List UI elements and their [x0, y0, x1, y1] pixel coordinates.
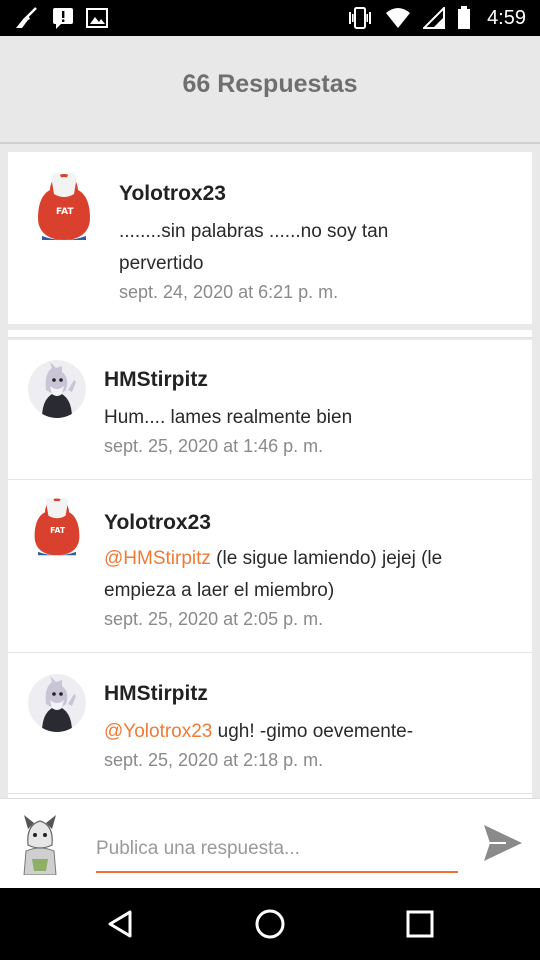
home-icon	[252, 909, 288, 946]
post-author[interactable]: Yolotrox23	[119, 182, 226, 206]
broom-icon	[14, 6, 40, 30]
wifi-icon	[385, 7, 411, 29]
svg-text:FAT: FAT	[56, 207, 74, 217]
divider	[8, 330, 532, 338]
back-icon	[104, 910, 140, 946]
reply-timestamp: sept. 25, 2020 at 2:05 p. m.	[104, 609, 324, 629]
navigation-bar	[0, 888, 540, 960]
reply-list: HMStirpitz Hum.... lames realmente bien …	[8, 340, 532, 798]
reply-text: @HMStirpitz (le sigue lamiendo) jejej (l…	[104, 543, 484, 607]
reply-body: ugh! -gimo oevemente-	[212, 721, 414, 742]
reply-author[interactable]: HMStirpitz	[104, 682, 208, 706]
battery-icon	[457, 6, 471, 30]
original-post: FAT Yolotrox23 ........sin palabras ....…	[8, 152, 532, 324]
recents-icon	[402, 910, 438, 946]
image-icon	[86, 8, 108, 28]
mention-link[interactable]: @HMStirpitz	[104, 548, 211, 569]
author-avatar[interactable]: FAT	[34, 170, 94, 242]
header-bar: 66 Respuestas	[0, 36, 540, 144]
reply-author[interactable]: HMStirpitz	[104, 368, 208, 392]
send-button[interactable]	[480, 821, 524, 865]
signal-icon	[423, 7, 446, 29]
reply-timestamp: sept. 25, 2020 at 1:46 p. m.	[104, 436, 324, 456]
reply-timestamp: sept. 25, 2020 at 2:18 p. m.	[104, 750, 324, 770]
home-button[interactable]	[252, 906, 288, 942]
svg-text:FAT: FAT	[50, 526, 66, 535]
back-button[interactable]	[104, 906, 140, 942]
post-text: ........sin palabras ......no soy tan pe…	[119, 221, 389, 274]
author-avatar[interactable]: FAT	[28, 495, 86, 557]
my-avatar[interactable]	[14, 811, 66, 876]
recents-button[interactable]	[402, 906, 438, 942]
reply-body: Hum.... lames realmente bien	[104, 407, 353, 428]
post-timestamp: sept. 24, 2020 at 6:21 p. m.	[119, 282, 339, 302]
thread-content[interactable]: FAT Yolotrox23 ........sin palabras ....…	[8, 152, 532, 798]
status-bar: 4:59	[0, 0, 540, 36]
list-item: HMStirpitz @Yolotrox23 ugh! -gimo oeveme…	[8, 654, 532, 794]
reply-author[interactable]: Yolotrox23	[104, 511, 211, 535]
author-avatar[interactable]	[28, 360, 86, 418]
reply-text: Hum.... lames realmente bien	[104, 402, 494, 434]
mention-link[interactable]: @Yolotrox23	[104, 721, 212, 742]
list-item: HMStirpitz Hum.... lames realmente bien …	[8, 340, 532, 480]
page-title: 66 Respuestas	[182, 70, 358, 98]
status-time: 4:59	[487, 6, 526, 29]
notification-icon	[52, 7, 74, 29]
author-avatar[interactable]	[28, 674, 86, 732]
reply-input[interactable]	[96, 827, 458, 873]
vibrate-icon	[347, 6, 373, 30]
reply-composer	[0, 798, 540, 888]
send-icon	[480, 825, 524, 869]
list-item: FAT Yolotrox23 @HMStirpitz (le sigue lam…	[8, 481, 532, 653]
reply-text: @Yolotrox23 ugh! -gimo oevemente-	[104, 716, 504, 748]
